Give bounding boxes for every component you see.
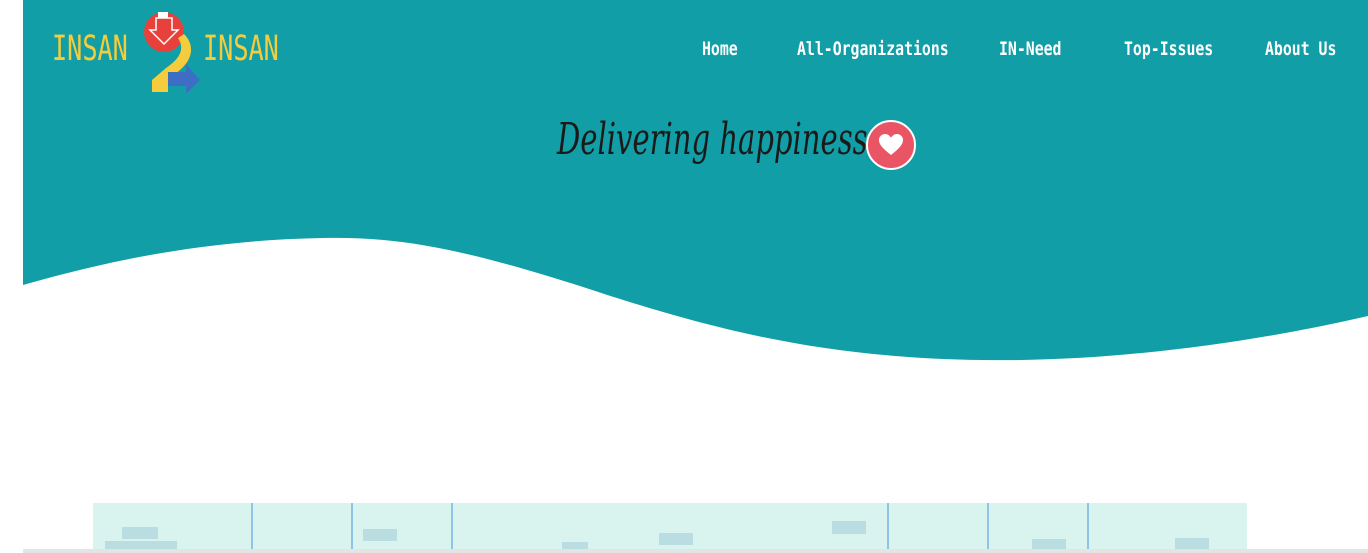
column-divider (887, 503, 889, 553)
placeholder-block (363, 529, 397, 541)
column-divider (987, 503, 989, 553)
main-navigation: Home All-Organizations IN-Need Top-Issue… (0, 34, 1368, 68)
column-divider (451, 503, 453, 553)
content-preview-strip (93, 503, 1247, 553)
column-divider (251, 503, 253, 553)
nav-in-need[interactable]: IN-Need (999, 34, 1061, 64)
nav-about-us[interactable]: About Us (1265, 34, 1336, 64)
column-divider (1087, 503, 1089, 553)
placeholder-block (122, 527, 158, 539)
placeholder-block (832, 521, 866, 534)
placeholder-block (659, 533, 693, 545)
page-gutter (0, 0, 23, 553)
column-divider (351, 503, 353, 553)
nav-home[interactable]: Home (702, 34, 738, 64)
nav-top-issues[interactable]: Top-Issues (1124, 34, 1213, 64)
heart-icon (866, 120, 916, 170)
page-divider (23, 549, 1368, 553)
nav-all-organizations[interactable]: All-Organizations (797, 34, 949, 64)
hero-headline: Delivering happiness (557, 114, 868, 165)
